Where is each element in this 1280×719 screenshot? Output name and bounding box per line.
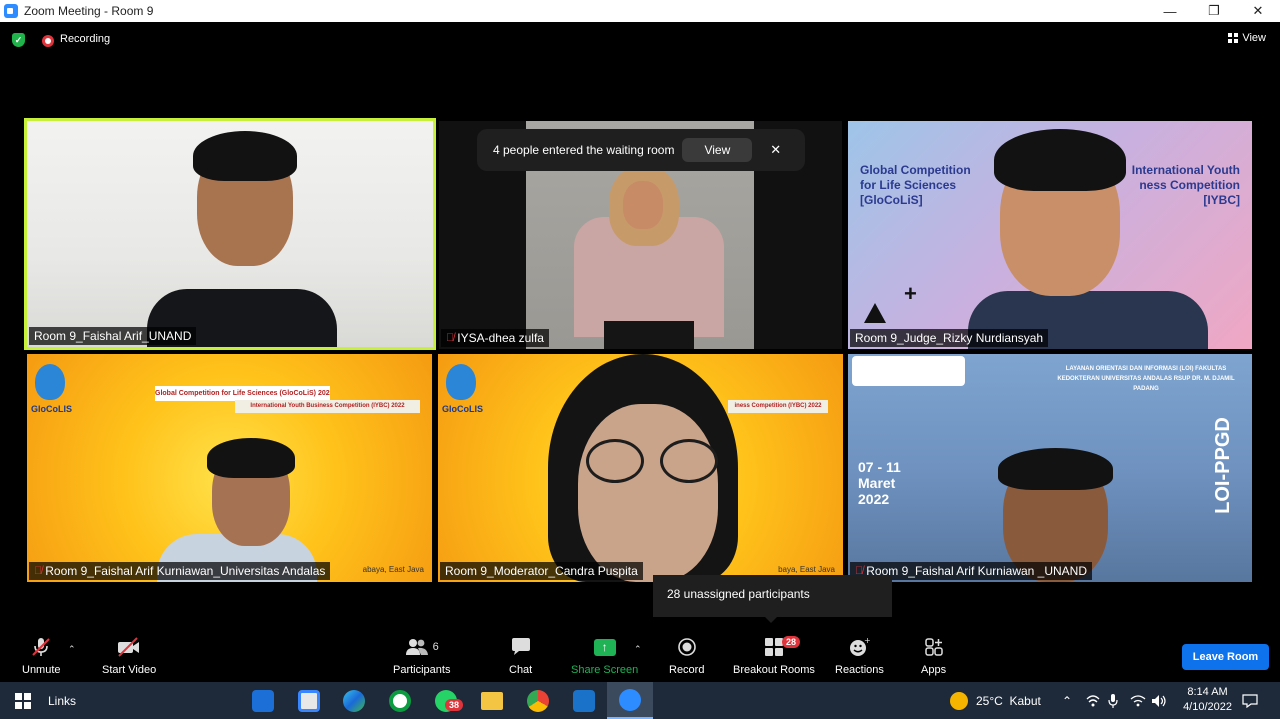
- apps-icon: [924, 634, 944, 660]
- leave-room-button[interactable]: Leave Room: [1182, 644, 1269, 670]
- tray-network-icon[interactable]: [1086, 682, 1100, 719]
- participant-name: Room 9_Moderator_Candra Puspita: [440, 562, 643, 580]
- background-text: LAYANAN ORIENTASI DAN INFORMASI (LOI) FA…: [1057, 366, 1235, 392]
- record-icon: [677, 634, 697, 660]
- participants-button[interactable]: 6 Participants: [393, 634, 450, 676]
- notification-center-icon[interactable]: [1240, 682, 1260, 719]
- background-text: baya, East Java: [778, 565, 835, 574]
- start-button[interactable]: [12, 682, 34, 719]
- mic-muted-icon: 🎙̸: [446, 332, 455, 344]
- window-titlebar: Zoom Meeting - Room 9 — ❐ ✕: [0, 0, 1280, 22]
- tray-mic-icon[interactable]: [1108, 682, 1118, 719]
- share-screen-icon: ↑: [593, 634, 616, 660]
- windows-logo-icon: [15, 692, 31, 709]
- whatsapp-badge: 38: [445, 699, 464, 711]
- grid-view-icon: [1228, 33, 1239, 43]
- security-shield-icon[interactable]: ✓: [12, 33, 25, 47]
- reactions-button[interactable]: + Reactions: [835, 634, 884, 676]
- video-off-icon: [116, 634, 142, 660]
- background-logo: GloCoLIS: [442, 404, 483, 414]
- taskbar-clock[interactable]: 8:14 AM 4/10/2022: [1183, 685, 1232, 715]
- unmute-button[interactable]: Unmute: [22, 634, 61, 676]
- window-title: Zoom Meeting - Room 9: [24, 4, 154, 18]
- background-logo: GloCoLIS: [31, 404, 72, 414]
- background-banner: iness Competition (IYBC) 2022: [728, 400, 828, 413]
- music-app-icon[interactable]: [389, 682, 411, 719]
- apps-button[interactable]: Apps: [921, 634, 946, 676]
- participants-count: 6: [432, 641, 439, 653]
- chat-button[interactable]: Chat: [509, 634, 532, 676]
- video-tile-3[interactable]: Global Competition for Life Sciences [Gl…: [848, 121, 1252, 349]
- video-tile-6[interactable]: LAYANAN ORIENTASI DAN INFORMASI (LOI) FA…: [848, 354, 1252, 582]
- svg-text:+: +: [864, 637, 870, 645]
- zoom-taskbar-icon[interactable]: [607, 682, 653, 719]
- background-text: 07 - 11 Maret 2022: [858, 459, 901, 507]
- meeting-toolbar: Unmute ⌃ Start Video 6 Participants Chat…: [0, 630, 1280, 682]
- breakout-count-badge: 28: [781, 636, 800, 648]
- background-text: Global Competition for Life Sciences [Gl…: [860, 163, 971, 207]
- participant-name: Room 9_Judge_Rizky Nurdiansyah: [850, 329, 1049, 347]
- background-text: LOI-PPGD: [1212, 417, 1235, 514]
- links-toolbar[interactable]: Links: [48, 682, 76, 719]
- whatsapp-app-icon[interactable]: 38: [435, 682, 464, 719]
- recording-label: Recording: [60, 33, 111, 45]
- notification-message: 4 people entered the waiting room: [493, 143, 675, 157]
- video-tile-4[interactable]: GloCoLIS Global Competition for Life Sci…: [27, 354, 432, 582]
- share-options-caret-icon[interactable]: ⌃: [634, 644, 642, 655]
- mic-muted-icon: [30, 634, 52, 660]
- background-text: International Youth ness Competition [IY…: [1131, 163, 1240, 207]
- record-button[interactable]: Record: [669, 634, 704, 676]
- restore-button[interactable]: ❐: [1192, 0, 1236, 22]
- file-explorer-icon[interactable]: [481, 682, 503, 719]
- participant-name: 🎙̸ IYSA-dhea zulfa: [441, 329, 549, 347]
- waiting-room-notification: 4 people entered the waiting room View ✕: [477, 129, 805, 171]
- edge-browser-icon[interactable]: [343, 682, 365, 719]
- minimize-button[interactable]: —: [1148, 0, 1192, 22]
- mail-app-icon[interactable]: [252, 682, 274, 719]
- video-tile-5[interactable]: GloCoLIS iness Competition (IYBC) 2022 b…: [438, 354, 843, 582]
- clock-date: 4/10/2022: [1183, 701, 1232, 713]
- start-video-button[interactable]: Start Video: [102, 634, 156, 676]
- view-button[interactable]: View: [1228, 32, 1266, 44]
- weather-icon: [950, 691, 968, 710]
- breakout-rooms-button[interactable]: 28 Breakout Rooms: [733, 634, 815, 676]
- tray-chevron-icon[interactable]: ⌃: [1062, 682, 1072, 719]
- window-controls: — ❐ ✕: [1148, 0, 1280, 22]
- weather-widget[interactable]: 25°C Kabut: [950, 682, 1041, 719]
- notification-view-button[interactable]: View: [682, 138, 753, 162]
- windows-taskbar: Links 38 25°C Kabut ⌃ 8:14 AM 4/10/2022: [0, 682, 1280, 719]
- close-window-button[interactable]: ✕: [1236, 0, 1280, 22]
- zoom-app-icon: [4, 4, 18, 18]
- photos-app-icon[interactable]: [573, 682, 595, 719]
- store-app-icon[interactable]: [298, 682, 320, 719]
- background-banner: Global Competition for Life Sciences (Gl…: [155, 386, 330, 401]
- share-screen-button[interactable]: ↑ Share Screen: [571, 634, 638, 676]
- video-tile-1[interactable]: Room 9_Faishal Arif_UNAND: [24, 118, 436, 350]
- breakout-tooltip: 28 unassigned participants: [653, 575, 892, 623]
- audio-options-caret-icon[interactable]: ⌃: [68, 644, 76, 655]
- breakout-rooms-icon: 28: [764, 634, 800, 660]
- participants-icon: 6: [405, 634, 439, 660]
- participant-name: Room 9_Faishal Arif_UNAND: [29, 327, 197, 345]
- meeting-top-strip: ✓ Recording View: [0, 22, 1280, 58]
- recording-icon: [42, 35, 54, 47]
- clock-time: 8:14 AM: [1187, 686, 1228, 698]
- reactions-icon: +: [848, 634, 870, 660]
- tray-wifi-icon[interactable]: [1130, 682, 1146, 719]
- notification-close-icon[interactable]: ✕: [770, 142, 781, 158]
- mic-muted-icon: 🎙̸: [34, 565, 43, 577]
- background-text: abaya, East Java: [362, 565, 424, 574]
- meeting-area: ✓ Recording View Room 9_Faishal Arif_UNA…: [0, 22, 1280, 682]
- view-label: View: [1242, 32, 1266, 44]
- background-banner: International Youth Business Competition…: [235, 400, 420, 413]
- tray-volume-icon[interactable]: [1151, 682, 1167, 719]
- chrome-browser-icon[interactable]: [527, 682, 549, 719]
- chat-icon: [510, 634, 532, 660]
- participant-name: 🎙̸ Room 9_Faishal Arif Kurniawan_Univers…: [29, 562, 331, 580]
